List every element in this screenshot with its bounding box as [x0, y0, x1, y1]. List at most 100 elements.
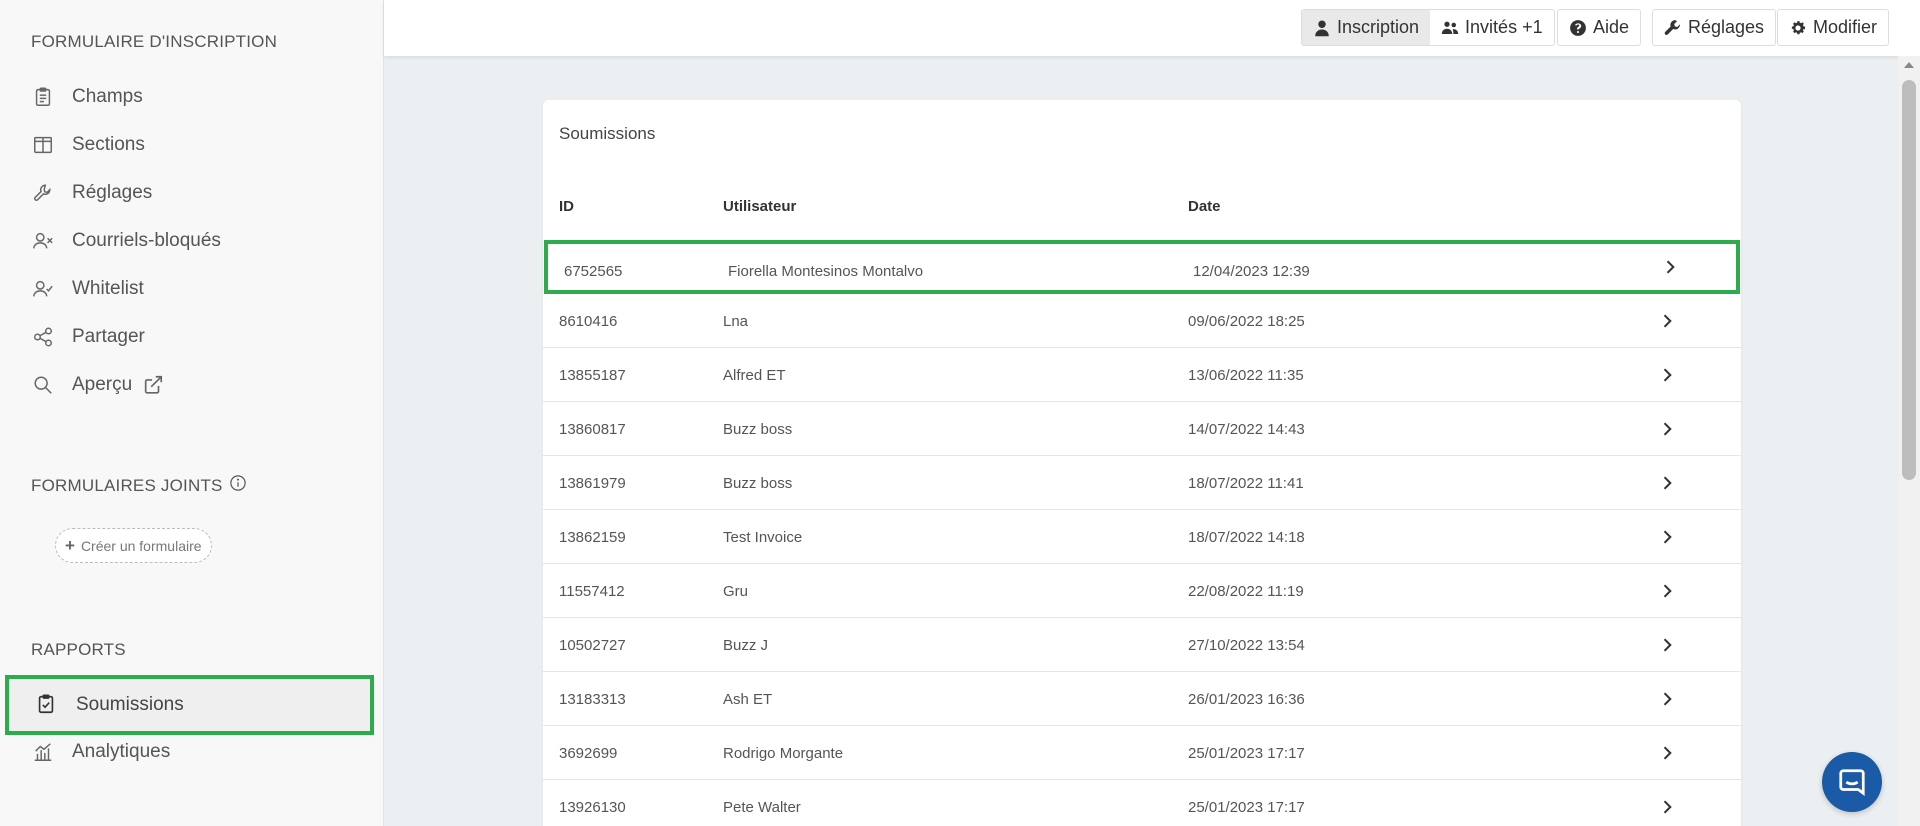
row-date: 09/06/2022 18:25	[1188, 312, 1305, 330]
row-id: 13861979	[559, 474, 626, 492]
guests-label: Invités +1	[1465, 17, 1543, 37]
chat-button[interactable]	[1822, 752, 1882, 812]
row-id: 13860817	[559, 420, 626, 438]
plus-icon: +	[65, 535, 75, 555]
chevron-right-icon[interactable]	[1657, 473, 1677, 493]
guests-button[interactable]: Invités +1	[1430, 10, 1554, 45]
edit-button[interactable]: Modifier	[1778, 10, 1888, 45]
share-icon	[31, 325, 55, 349]
sidebar: FORMULAIRE D'INSCRIPTION Champs Sections…	[0, 0, 384, 826]
create-form-button[interactable]: + Créer un formulaire	[55, 528, 212, 563]
sidebar-item-reglages[interactable]: Réglages	[31, 178, 152, 208]
row-user: Buzz boss	[723, 474, 793, 492]
chevron-right-icon[interactable]	[1657, 419, 1677, 439]
chevron-right-icon[interactable]	[1657, 365, 1677, 385]
sidebar-item-apercu[interactable]: Aperçu	[31, 370, 164, 400]
chevron-right-icon[interactable]	[1657, 527, 1677, 547]
sidebar-item-whitelist[interactable]: Whitelist	[31, 274, 144, 304]
joined-forms-title: FORMULAIRES JOINTS	[31, 474, 247, 497]
sidebar-item-label: Analytiques	[72, 741, 171, 762]
table-row[interactable]: 13926130 Pete Walter 25/01/2023 17:17	[543, 780, 1741, 826]
row-id: 13862159	[559, 528, 626, 546]
row-date: 12/04/2023 12:39	[1193, 262, 1310, 280]
settings-button-wrap: Réglages	[1652, 9, 1777, 46]
table-row[interactable]: 10502727 Buzz J 27/10/2022 13:54	[543, 618, 1741, 672]
chevron-right-icon[interactable]	[1657, 635, 1677, 655]
row-user: Buzz J	[723, 636, 769, 654]
column-header-user: Utilisateur	[723, 198, 797, 215]
scroll-up-arrow-icon[interactable]	[1904, 62, 1914, 68]
scrollbar-thumb[interactable]	[1902, 80, 1916, 480]
row-user: Ash ET	[723, 690, 773, 708]
wrench-icon	[31, 181, 55, 205]
row-id: 3692699	[559, 744, 618, 762]
sidebar-item-champs[interactable]: Champs	[31, 82, 143, 112]
joined-forms-title-text: FORMULAIRES JOINTS	[31, 475, 223, 495]
sidebar-item-label: Partager	[72, 326, 145, 347]
sidebar-item-sections[interactable]: Sections	[31, 130, 145, 160]
sidebar-item-label: Soumissions	[76, 694, 184, 715]
clipboard-icon	[31, 85, 55, 109]
row-date: 18/07/2022 11:41	[1188, 474, 1304, 492]
table-row[interactable]: 6752565 Fiorella Montesinos Montalvo 12/…	[544, 240, 1740, 294]
settings-button[interactable]: Réglages	[1653, 10, 1775, 45]
row-date: 25/01/2023 17:17	[1188, 744, 1305, 762]
registration-label: Inscription	[1337, 17, 1420, 37]
row-user: Alfred ET	[723, 366, 786, 384]
gear-icon	[1791, 20, 1806, 34]
user-x-icon	[31, 229, 55, 253]
row-user: Rodrigo Morgante	[723, 744, 844, 762]
chat-icon	[1839, 769, 1865, 796]
chevron-right-icon[interactable]	[1657, 581, 1677, 601]
row-id: 13855187	[559, 366, 626, 384]
table-row[interactable]: 13860817 Buzz boss 14/07/2022 14:43	[543, 402, 1741, 456]
scrollbar[interactable]	[1898, 56, 1920, 826]
help-button[interactable]: Aide	[1558, 10, 1640, 45]
info-icon[interactable]	[229, 474, 247, 497]
external-link-icon[interactable]	[142, 374, 164, 396]
form-section-title-text: FORMULAIRE D'INSCRIPTION	[31, 32, 278, 51]
row-id: 11557412	[559, 582, 625, 600]
submissions-title: Soumissions	[559, 124, 656, 143]
table-row[interactable]: 13861979 Buzz boss 18/07/2022 11:41	[543, 456, 1741, 510]
user-icon	[1315, 20, 1329, 36]
table-row[interactable]: 8610416 Lna 09/06/2022 18:25	[543, 294, 1741, 348]
row-id: 13183313	[559, 690, 626, 708]
row-id: 8610416	[559, 312, 618, 330]
chevron-right-icon[interactable]	[1657, 689, 1677, 709]
edit-button-wrap: Modifier	[1777, 9, 1890, 46]
search-icon	[31, 373, 55, 397]
registration-guests-toggle: Inscription Invités +1	[1301, 9, 1555, 46]
row-date: 14/07/2022 14:43	[1188, 420, 1305, 438]
table-row[interactable]: 13862159 Test Invoice 18/07/2022 14:18	[543, 510, 1741, 564]
table-row[interactable]: 3692699 Rodrigo Morgante 25/01/2023 17:1…	[543, 726, 1741, 780]
help-label: Aide	[1593, 17, 1630, 37]
help-button-wrap: Aide	[1557, 9, 1642, 46]
sidebar-item-label: Whitelist	[72, 278, 144, 299]
row-id: 10502727	[559, 636, 626, 654]
chevron-right-icon[interactable]	[1660, 257, 1680, 277]
row-date: 26/01/2023 16:36	[1188, 690, 1305, 708]
registration-button[interactable]: Inscription	[1302, 10, 1431, 45]
table-row[interactable]: 13183313 Ash ET 26/01/2023 16:36	[543, 672, 1741, 726]
sidebar-item-label: Réglages	[72, 182, 153, 203]
table-row[interactable]: 13855187 Alfred ET 13/06/2022 11:35	[543, 348, 1741, 402]
row-user: Buzz boss	[723, 420, 793, 438]
reports-section-title: RAPPORTS	[31, 640, 126, 660]
row-user: Gru	[723, 582, 749, 600]
chevron-right-icon[interactable]	[1657, 743, 1677, 763]
sidebar-item-partager[interactable]: Partager	[31, 322, 145, 352]
submissions-card: Soumissions ID Utilisateur Date 6752565 …	[543, 100, 1741, 826]
row-user: Test Invoice	[723, 528, 803, 546]
sidebar-item-soumissions[interactable]: Soumissions	[5, 675, 374, 735]
wrench-icon	[1664, 19, 1680, 35]
table-row[interactable]: 11557412 Gru 22/08/2022 11:19	[543, 564, 1741, 618]
chevron-right-icon[interactable]	[1657, 797, 1677, 817]
question-circle-icon	[1570, 19, 1586, 36]
row-date: 13/06/2022 11:35	[1188, 366, 1304, 384]
sidebar-item-analytiques[interactable]: Analytiques	[31, 737, 170, 767]
row-user: Fiorella Montesinos Montalvo	[728, 262, 924, 280]
chevron-right-icon[interactable]	[1657, 311, 1677, 331]
sidebar-item-courriels-bloques[interactable]: Courriels-bloqués	[31, 226, 221, 256]
top-toolbar: Inscription Invités +1 Aide Réglages Mod…	[384, 0, 1920, 56]
